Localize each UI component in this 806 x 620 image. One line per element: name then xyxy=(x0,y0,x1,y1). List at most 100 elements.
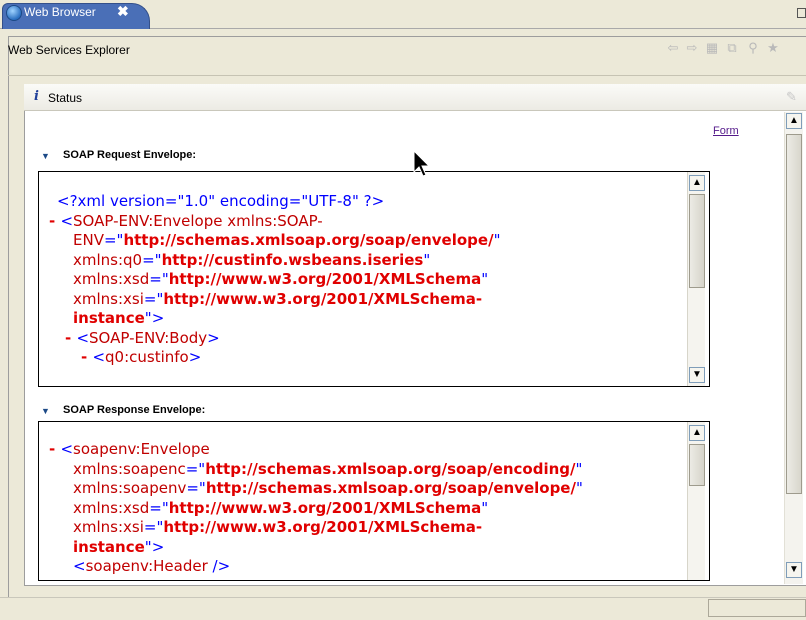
xml-token: SOAP-ENV:Body xyxy=(89,328,208,347)
eraser-icon[interactable]: ✎ xyxy=(786,89,800,104)
xml-line: instance"> xyxy=(49,538,583,558)
scroll-up-button[interactable]: ▲ xyxy=(689,175,705,191)
xml-line: instance"> xyxy=(49,309,500,329)
xml-line: ENV="http://schemas.xmlsoap.org/soap/env… xyxy=(49,231,500,251)
close-icon[interactable]: ✖ xyxy=(117,3,129,20)
xml-token: http://www.w3.org/2001/XMLSchema xyxy=(168,498,482,517)
xml-token: xmlns:q0 xyxy=(73,250,143,269)
status-bar xyxy=(0,597,806,620)
xml-token: soapenv:Header xyxy=(85,557,208,575)
xml-token: < xyxy=(60,440,74,458)
collapse-toggle[interactable]: - xyxy=(49,440,60,458)
collapse-toggle[interactable]: - xyxy=(49,212,60,230)
scroll-thumb[interactable] xyxy=(786,134,802,494)
globe-icon xyxy=(6,5,22,21)
xml-token: =" xyxy=(149,498,169,517)
response-xml: - <soapenv:Envelope xmlns:soapenc="http:/… xyxy=(49,440,583,577)
xml-line: <soapenv:Header /> xyxy=(49,557,583,577)
scroll-up-button[interactable]: ▲ xyxy=(786,113,802,129)
xml-line: xmlns:xsi="http://www.w3.org/2001/XMLSch… xyxy=(49,290,500,310)
scroll-down-button[interactable]: ▼ xyxy=(786,562,802,578)
xml-token: xmlns:xsd xyxy=(73,270,150,288)
xml-line: - <q0:custinfo> xyxy=(49,348,500,368)
xml-token: =" xyxy=(142,250,162,269)
maximize-icon[interactable] xyxy=(797,8,806,18)
xml-token: < xyxy=(73,557,86,575)
xml-token: " xyxy=(493,231,501,249)
mouse-cursor-icon xyxy=(413,150,431,177)
explorer-title: Web Services Explorer xyxy=(8,43,130,57)
xml-token: /> xyxy=(207,557,231,575)
xml-token: =" xyxy=(185,459,206,478)
xml-token: http://schemas.xmlsoap.org/soap/encoding… xyxy=(205,459,576,478)
form-link[interactable]: Form xyxy=(713,125,739,137)
forward-icon[interactable]: ⇨ xyxy=(685,41,699,55)
xml-token: q0:custinfo xyxy=(105,348,189,366)
xml-token: http://schemas.xmlsoap.org/soap/envelope… xyxy=(123,231,494,249)
collapse-toggle[interactable]: - xyxy=(65,329,76,347)
xml-token: xmlns:soapenc xyxy=(73,459,186,478)
xml-token: =" xyxy=(149,270,169,288)
xml-token: xmlns:xsi xyxy=(73,289,144,308)
xml-token: =" xyxy=(143,518,164,536)
request-section-title: SOAP Request Envelope: xyxy=(63,149,197,161)
xml-token: =" xyxy=(186,479,206,497)
xml-token: http://www.w3.org/2001/XMLSchema- xyxy=(163,289,483,308)
xml-token: soapenv:Envelope xyxy=(73,440,210,458)
collapse-icon[interactable]: ▼ xyxy=(41,151,50,161)
xml-line: - <SOAP-ENV:Envelope xmlns:SOAP- xyxy=(49,212,500,232)
xml-token: " xyxy=(423,250,431,269)
xml-token: instance xyxy=(73,309,145,327)
xml-line: xmlns:soapenv="http://schemas.xmlsoap.or… xyxy=(49,479,583,499)
xml-token: http://schemas.xmlsoap.org/soap/envelope… xyxy=(205,479,576,497)
page-icon[interactable]: ▦ xyxy=(705,41,719,55)
response-envelope-box[interactable]: - <soapenv:Envelope xmlns:soapenc="http:/… xyxy=(38,421,710,581)
xml-token: http://www.w3.org/2001/XMLSchema- xyxy=(163,518,483,536)
xml-token: "> xyxy=(144,537,165,556)
xml-token: http://www.w3.org/2001/XMLSchema xyxy=(168,270,482,288)
xml-line: xmlns:xsd="http://www.w3.org/2001/XMLSch… xyxy=(49,270,500,290)
xml-token: "> xyxy=(144,309,165,327)
status-title: Status xyxy=(48,91,83,105)
xml-token: " xyxy=(481,498,489,517)
xml-token: < xyxy=(76,328,90,347)
search-icon[interactable]: ⚲ xyxy=(746,41,760,55)
scroll-down-button[interactable]: ▼ xyxy=(689,367,705,383)
xml-token: < xyxy=(92,348,106,366)
xml-token: =" xyxy=(143,289,164,308)
info-icon: i xyxy=(34,89,39,104)
scroll-thumb[interactable] xyxy=(689,444,705,486)
xml-token: > xyxy=(188,348,202,366)
xml-token: SOAP-ENV:Envelope xmlns:SOAP- xyxy=(73,211,323,230)
xml-token: > xyxy=(207,328,220,347)
xml-token: xmlns:xsi xyxy=(73,518,144,536)
scroll-up-button[interactable]: ▲ xyxy=(689,425,705,441)
xml-token: instance xyxy=(73,537,145,556)
collapse-toggle[interactable]: - xyxy=(81,348,92,366)
xml-token: =" xyxy=(103,231,124,249)
xml-line: <?xml version="1.0" encoding="UTF-8" ?> xyxy=(49,192,500,212)
favorite-icon[interactable]: ★ xyxy=(766,41,780,55)
request-envelope-box[interactable]: <?xml version="1.0" encoding="UTF-8" ?> -… xyxy=(38,171,710,387)
back-icon[interactable]: ⇦ xyxy=(666,41,680,55)
copy-icon[interactable]: ⧉ xyxy=(725,41,739,55)
xml-token: xmlns:soapenv xyxy=(73,479,187,497)
scroll-thumb[interactable] xyxy=(689,194,705,288)
xml-line: - <soapenv:Envelope xyxy=(49,440,583,460)
status-bar-field xyxy=(708,599,806,617)
xml-line: xmlns:soapenc="http://schemas.xmlsoap.or… xyxy=(49,460,583,480)
xml-line: - <SOAP-ENV:Body> xyxy=(49,329,500,349)
xml-token: " xyxy=(575,479,583,497)
status-header xyxy=(24,84,806,111)
collapse-icon[interactable]: ▼ xyxy=(41,406,50,416)
xml-token: " xyxy=(481,270,489,288)
xml-token: xmlns:xsd xyxy=(73,498,150,517)
request-xml: <?xml version="1.0" encoding="UTF-8" ?> -… xyxy=(49,192,500,368)
tab-label: Web Browser xyxy=(24,5,96,19)
xml-token: <?xml version="1.0" encoding="UTF-8" ?> xyxy=(57,192,385,210)
response-section-title: SOAP Response Envelope: xyxy=(63,404,206,416)
xml-line: xmlns:xsi="http://www.w3.org/2001/XMLSch… xyxy=(49,518,583,538)
xml-token: " xyxy=(575,459,583,478)
xml-line: xmlns:xsd="http://www.w3.org/2001/XMLSch… xyxy=(49,499,583,519)
xml-token: http://custinfo.wsbeans.iseries xyxy=(161,250,424,269)
